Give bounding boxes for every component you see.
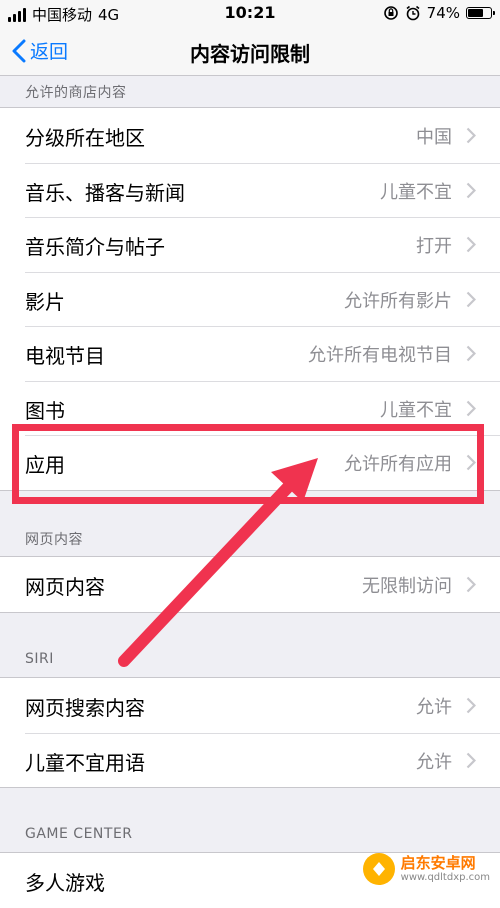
watermark-logo-icon [362, 853, 395, 885]
watermark: 启东安卓网 www.qdltdxp.com [362, 853, 490, 885]
watermark-title: 启东安卓网 [400, 854, 476, 873]
watermark-url: www.qdltdxp.com [400, 871, 490, 883]
annotation-arrow [118, 458, 318, 667]
